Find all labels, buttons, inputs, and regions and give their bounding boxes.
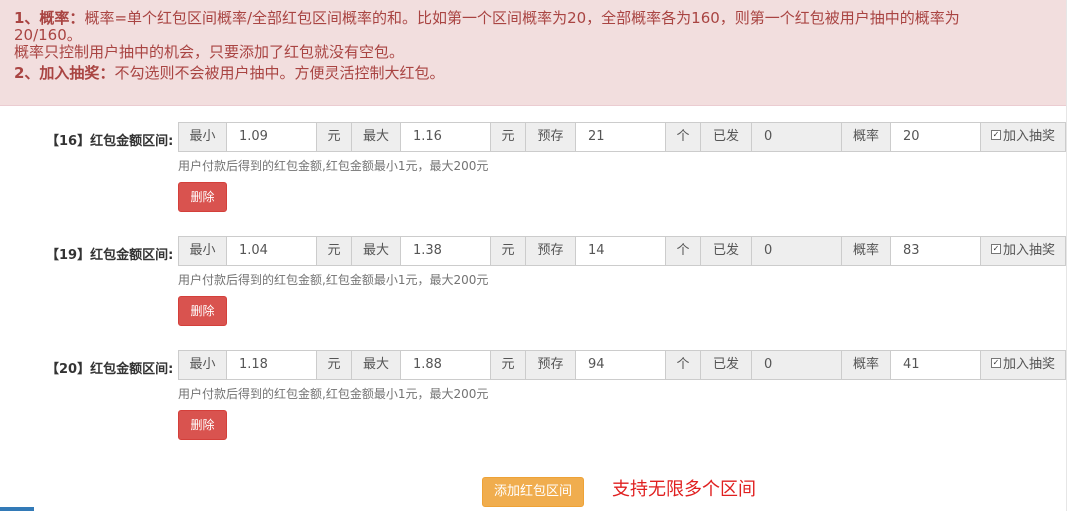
sent-count-field: 0 xyxy=(751,236,842,266)
probability-input[interactable]: 20 xyxy=(890,122,981,152)
notice-panel: 1、概率：概率=单个红包区间概率/全部红包区间概率的和。比如第一个区间概率为20… xyxy=(0,0,1066,106)
stock-addon: 预存 xyxy=(525,122,576,152)
help-text: 用户付款后得到的红包金额,红包金额最小1元，最大200元 xyxy=(178,273,489,287)
join-checkbox-icon[interactable]: ✓ xyxy=(990,243,1001,254)
min-addon: 最小 xyxy=(178,350,227,380)
yuan-addon: 元 xyxy=(316,236,352,266)
sent-addon: 已发 xyxy=(700,350,752,380)
unlimited-ranges-note: 支持无限多个区间 xyxy=(612,479,756,500)
notice-join-title: 2、加入抽奖： xyxy=(14,64,115,82)
probability-input[interactable]: 41 xyxy=(890,350,981,380)
delete-button[interactable]: 删除 xyxy=(178,296,227,326)
prob-addon: 概率 xyxy=(841,350,891,380)
join-label: 加入抽奖 xyxy=(1002,357,1055,372)
add-range-button[interactable]: 添加红包区间 xyxy=(482,477,584,507)
range-label: 【20】红包金额区间: xyxy=(46,362,174,377)
min-addon: 最小 xyxy=(178,236,227,266)
stock-addon: 预存 xyxy=(525,350,576,380)
max-addon: 最大 xyxy=(351,122,401,152)
probability-input[interactable]: 83 xyxy=(890,236,981,266)
yuan-addon-2: 元 xyxy=(490,350,526,380)
join-lottery-toggle[interactable]: ✓ 加入抽奖 xyxy=(980,122,1066,152)
sent-addon: 已发 xyxy=(700,236,752,266)
yuan-addon-2: 元 xyxy=(490,122,526,152)
yuan-addon: 元 xyxy=(316,122,352,152)
max-amount-input[interactable]: 1.38 xyxy=(400,236,491,266)
max-amount-input[interactable]: 1.16 xyxy=(400,122,491,152)
stock-input[interactable]: 94 xyxy=(575,350,666,380)
min-addon: 最小 xyxy=(178,122,227,152)
sent-count-field: 0 xyxy=(751,122,842,152)
help-text: 用户付款后得到的红包金额,红包金额最小1元，最大200元 xyxy=(178,387,489,401)
notice-probability-fraction: 20/160。 xyxy=(14,26,82,44)
range-label: 【16】红包金额区间: xyxy=(46,134,174,149)
join-lottery-toggle[interactable]: ✓ 加入抽奖 xyxy=(980,236,1066,266)
range-label: 【19】红包金额区间: xyxy=(46,248,174,263)
max-addon: 最大 xyxy=(351,350,401,380)
unit-addon: 个 xyxy=(665,122,701,152)
notice-probability-text: 概率=单个红包区间概率/全部红包区间概率的和。比如第一个区间概率为20，全部概率… xyxy=(84,9,960,27)
panel-border xyxy=(1066,0,1067,511)
max-addon: 最大 xyxy=(351,236,401,266)
max-amount-input[interactable]: 1.88 xyxy=(400,350,491,380)
join-lottery-toggle[interactable]: ✓ 加入抽奖 xyxy=(980,350,1066,380)
yuan-addon-2: 元 xyxy=(490,236,526,266)
min-amount-input[interactable]: 1.04 xyxy=(226,236,317,266)
stock-addon: 预存 xyxy=(525,236,576,266)
join-checkbox-icon[interactable]: ✓ xyxy=(990,357,1001,368)
notice-join-text: 不勾选则不会被用户抽中。方便灵活控制大红包。 xyxy=(114,64,445,82)
prob-addon: 概率 xyxy=(841,122,891,152)
yuan-addon: 元 xyxy=(316,350,352,380)
help-text: 用户付款后得到的红包金额,红包金额最小1元，最大200元 xyxy=(178,159,489,173)
scroll-corner xyxy=(0,507,34,511)
min-amount-input[interactable]: 1.09 xyxy=(226,122,317,152)
sent-count-field: 0 xyxy=(751,350,842,380)
delete-button[interactable]: 删除 xyxy=(178,182,227,212)
prob-addon: 概率 xyxy=(841,236,891,266)
stock-input[interactable]: 21 xyxy=(575,122,666,152)
unit-addon: 个 xyxy=(665,236,701,266)
join-label: 加入抽奖 xyxy=(1002,243,1055,258)
join-checkbox-icon[interactable]: ✓ xyxy=(990,129,1001,140)
min-amount-input[interactable]: 1.18 xyxy=(226,350,317,380)
sent-addon: 已发 xyxy=(700,122,752,152)
notice-probability-title: 1、概率： xyxy=(14,9,85,27)
stock-input[interactable]: 14 xyxy=(575,236,666,266)
join-label: 加入抽奖 xyxy=(1002,129,1055,144)
notice-item-probability: 1、概率：概率=单个红包区间概率/全部红包区间概率的和。比如第一个区间概率为20… xyxy=(14,10,1052,27)
notice-probability-note: 概率只控制用户抽中的机会，只要添加了红包就没有空包。 xyxy=(14,43,405,61)
notice-item-join: 2、加入抽奖：不勾选则不会被用户抽中。方便灵活控制大红包。 xyxy=(14,65,1052,82)
unit-addon: 个 xyxy=(665,350,701,380)
delete-button[interactable]: 删除 xyxy=(178,410,227,440)
